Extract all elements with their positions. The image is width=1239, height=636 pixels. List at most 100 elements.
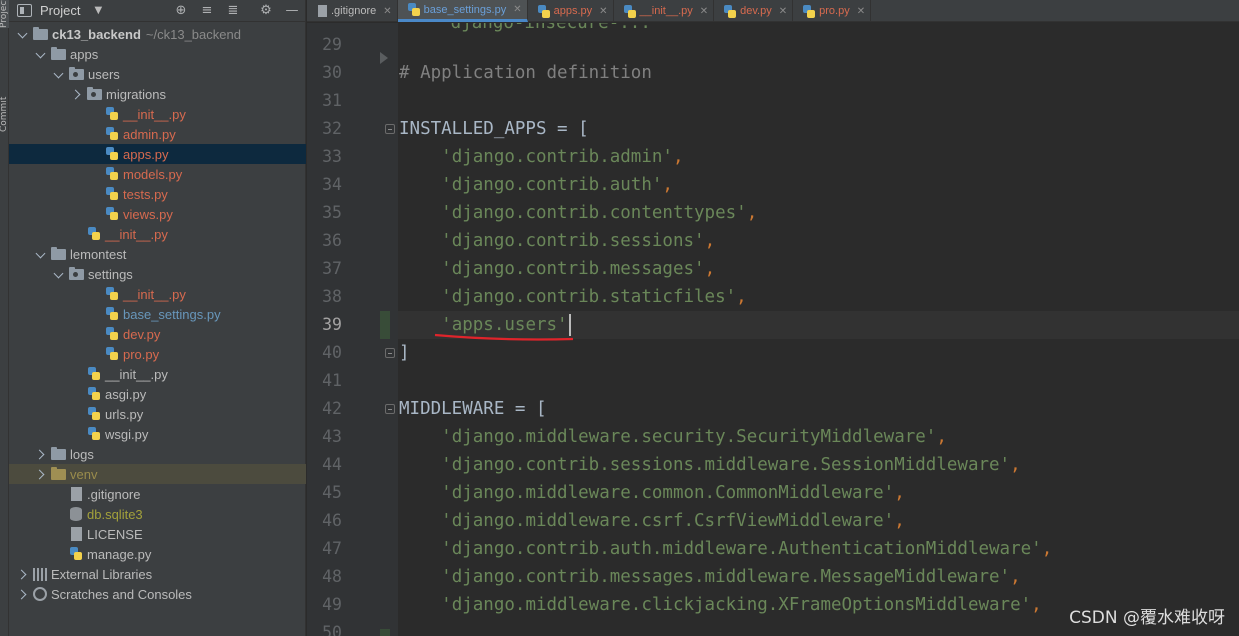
code-line[interactable]: 'django.contrib.admin', bbox=[399, 143, 683, 171]
close-icon[interactable]: ✕ bbox=[857, 6, 865, 17]
tree-item[interactable]: base_settings.py bbox=[9, 304, 306, 324]
code-line[interactable]: ] bbox=[399, 339, 410, 367]
tree-item[interactable]: models.py bbox=[9, 164, 306, 184]
tree-item[interactable]: Scratches and Consoles bbox=[9, 584, 306, 604]
code-line[interactable]: 'django.contrib.staticfiles', bbox=[399, 283, 747, 311]
code-line[interactable]: 'django.contrib.sessions.middleware.Sess… bbox=[399, 451, 1021, 479]
close-icon[interactable]: ✕ bbox=[700, 6, 708, 17]
code-line[interactable]: 'django.contrib.auth.middleware.Authenti… bbox=[399, 535, 1052, 563]
tree-item[interactable]: __init__.py bbox=[9, 284, 306, 304]
code-line[interactable]: 'django.contrib.messages', bbox=[399, 255, 715, 283]
chevron-right-icon[interactable] bbox=[71, 88, 83, 100]
tree-item[interactable]: apps bbox=[9, 44, 306, 64]
tree-item[interactable]: admin.py bbox=[9, 124, 306, 144]
chevron-right-icon[interactable] bbox=[17, 568, 29, 580]
crosshair-icon[interactable]: ⊕ bbox=[173, 3, 189, 19]
chevron-down-icon[interactable]: ▼ bbox=[94, 5, 102, 16]
close-icon[interactable]: ✕ bbox=[599, 6, 607, 17]
python-file-icon bbox=[87, 367, 101, 381]
fold-toggle-icon[interactable] bbox=[385, 124, 395, 134]
code-line[interactable]: 'django.middleware.security.SecurityMidd… bbox=[399, 423, 947, 451]
code-line[interactable]: 'django.contrib.contenttypes', bbox=[399, 199, 757, 227]
code-token: , bbox=[894, 483, 905, 503]
project-tool-tab[interactable]: Project bbox=[0, 0, 9, 28]
line-number: 39 bbox=[322, 315, 342, 334]
tree-item[interactable]: wsgi.py bbox=[9, 424, 306, 444]
code-line[interactable]: # Application definition bbox=[399, 59, 652, 87]
code-editor[interactable]: 29 30 31 32 33 34 35 36 37 38 39 40 41 42 43 44 45 46 47 48… bbox=[307, 23, 1239, 636]
tree-item[interactable]: urls.py bbox=[9, 404, 306, 424]
tree-item[interactable]: apps.py bbox=[9, 144, 306, 164]
commit-tool-tab[interactable]: Commit bbox=[0, 80, 9, 132]
change-marker bbox=[380, 311, 390, 339]
collapse-all-icon[interactable]: ≣ bbox=[225, 3, 241, 19]
editor-tab[interactable]: pro.py ✕ bbox=[793, 0, 872, 22]
code-token: , bbox=[1041, 539, 1053, 559]
tree-item[interactable]: __init__.py bbox=[9, 364, 306, 384]
tree-item[interactable]: ck13_backend ~/ck13_backend bbox=[9, 24, 306, 44]
tree-item[interactable]: dev.py bbox=[9, 324, 306, 344]
tree-item[interactable]: pro.py bbox=[9, 344, 306, 364]
code-line[interactable]: MIDDLEWARE = [ bbox=[399, 395, 547, 423]
tree-item[interactable]: db.sqlite3 bbox=[9, 504, 306, 524]
code-line[interactable]: 'django.middleware.csrf.CsrfViewMiddlewa… bbox=[399, 507, 905, 535]
chevron-right-icon[interactable] bbox=[35, 448, 47, 460]
editor-tab[interactable]: .gitignore ✕ bbox=[307, 0, 398, 22]
chevron-down-icon[interactable] bbox=[35, 248, 47, 260]
code-line[interactable]: 'django.middleware.clickjacking.XFrameOp… bbox=[399, 591, 1042, 619]
editor-tab[interactable]: apps.py ✕ bbox=[528, 0, 614, 22]
code-line[interactable]: 'django.contrib.sessions', bbox=[399, 227, 715, 255]
tree-item[interactable]: asgi.py bbox=[9, 384, 306, 404]
folder-icon bbox=[51, 447, 66, 460]
code-token: , bbox=[704, 231, 716, 251]
expand-all-icon[interactable]: ≡ bbox=[199, 3, 215, 19]
chevron-right-icon[interactable] bbox=[35, 468, 47, 480]
tree-item[interactable]: manage.py bbox=[9, 544, 306, 564]
editor-tab[interactable]: base_settings.py ✕ bbox=[397, 0, 528, 22]
tree-item[interactable]: __init__.py bbox=[9, 104, 306, 124]
chevron-down-icon[interactable] bbox=[53, 268, 65, 280]
line-number: 41 bbox=[322, 371, 342, 390]
python-file-icon bbox=[87, 227, 101, 241]
code-line[interactable]: 'django.contrib.messages.middleware.Mess… bbox=[399, 563, 1021, 591]
project-panel-title[interactable]: Project bbox=[40, 3, 80, 18]
watermark: CSDN @覆水难收呀 bbox=[1069, 608, 1225, 628]
tree-item[interactable]: users bbox=[9, 64, 306, 84]
chevron-down-icon[interactable] bbox=[35, 48, 47, 60]
chevron-down-icon[interactable] bbox=[53, 68, 65, 80]
chevron-right-icon[interactable] bbox=[17, 588, 29, 600]
fold-toggle-icon[interactable] bbox=[385, 404, 395, 414]
tree-item[interactable]: venv bbox=[9, 464, 306, 484]
tree-item[interactable]: LICENSE bbox=[9, 524, 306, 544]
close-icon[interactable]: ✕ bbox=[513, 4, 521, 15]
line-number: 44 bbox=[322, 455, 342, 474]
tree-item-label: models.py bbox=[123, 166, 183, 182]
tree-item[interactable]: .gitignore bbox=[9, 484, 306, 504]
tree-item[interactable]: settings bbox=[9, 264, 306, 284]
tree-item[interactable]: lemontest bbox=[9, 244, 306, 264]
code-line[interactable]: 'django.contrib.auth', bbox=[399, 171, 673, 199]
chevron-down-icon[interactable] bbox=[17, 28, 29, 40]
fold-toggle-icon[interactable] bbox=[385, 348, 395, 358]
tree-item[interactable]: External Libraries bbox=[9, 564, 306, 584]
tree-item-label: logs bbox=[70, 446, 94, 462]
code-line[interactable]: 'django.middleware.common.CommonMiddlewa… bbox=[399, 479, 905, 507]
editor-tab[interactable]: __init__.py ✕ bbox=[614, 0, 715, 22]
folder-icon bbox=[51, 467, 66, 480]
close-icon[interactable]: ✕ bbox=[779, 6, 787, 17]
folded-region-icon[interactable] bbox=[380, 52, 388, 64]
hide-panel-icon[interactable]: — bbox=[284, 3, 300, 19]
folder-icon bbox=[51, 47, 66, 60]
close-icon[interactable]: ✕ bbox=[383, 6, 391, 17]
tree-item[interactable]: logs bbox=[9, 444, 306, 464]
tree-item[interactable]: views.py bbox=[9, 204, 306, 224]
tree-item[interactable]: __init__.py bbox=[9, 224, 306, 244]
python-file-icon bbox=[105, 107, 119, 121]
line-number: 45 bbox=[322, 483, 342, 502]
code-line[interactable]: INSTALLED_APPS = [ bbox=[399, 115, 589, 143]
tree-item[interactable]: tests.py bbox=[9, 184, 306, 204]
gear-icon[interactable]: ⚙ bbox=[258, 3, 274, 19]
editor-tab[interactable]: dev.py ✕ bbox=[714, 0, 794, 22]
tree-item[interactable]: migrations bbox=[9, 84, 306, 104]
